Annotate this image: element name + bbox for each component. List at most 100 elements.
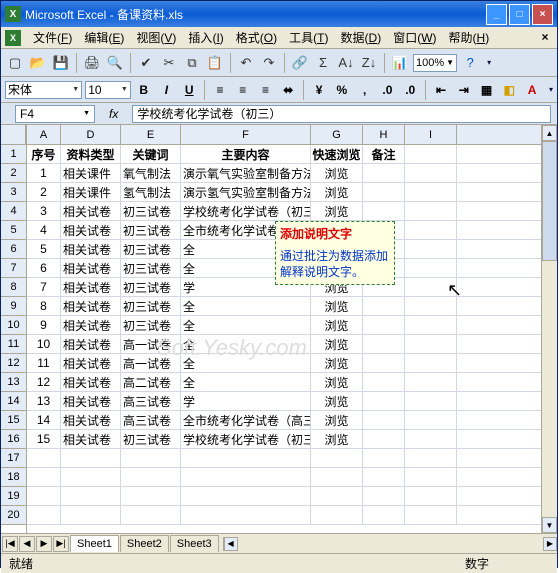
- cell[interactable]: [27, 506, 61, 524]
- new-icon[interactable]: ▢: [5, 53, 25, 73]
- cell[interactable]: 初三试卷: [121, 240, 181, 258]
- cell[interactable]: 高三试卷: [121, 392, 181, 410]
- underline-button[interactable]: U: [179, 80, 199, 100]
- cell[interactable]: 浏览: [311, 202, 363, 220]
- cell[interactable]: [363, 354, 405, 372]
- cell[interactable]: [405, 392, 457, 410]
- cell[interactable]: 相关试卷: [61, 373, 121, 391]
- cell[interactable]: 5: [27, 240, 61, 258]
- cell[interactable]: 初三试卷: [121, 278, 181, 296]
- currency-icon[interactable]: ¥: [309, 80, 329, 100]
- cell[interactable]: [363, 506, 405, 524]
- cell[interactable]: 快速浏览: [311, 145, 363, 163]
- cell[interactable]: [363, 373, 405, 391]
- cell[interactable]: 全: [181, 297, 311, 315]
- cell[interactable]: [181, 468, 311, 486]
- cell[interactable]: [181, 506, 311, 524]
- cell[interactable]: 全: [181, 373, 311, 391]
- menu-edit[interactable]: 编辑(E): [78, 27, 130, 48]
- cell[interactable]: [363, 297, 405, 315]
- cell[interactable]: 初三试卷: [121, 297, 181, 315]
- menu-file[interactable]: 文件(F): [27, 27, 78, 48]
- col-header[interactable]: A: [27, 125, 61, 144]
- name-box[interactable]: F4▼: [15, 105, 95, 123]
- sheet-tab-3[interactable]: Sheet3: [170, 535, 219, 552]
- col-header[interactable]: G: [311, 125, 363, 144]
- cell[interactable]: [363, 316, 405, 334]
- close-button[interactable]: ×: [532, 4, 553, 25]
- cell[interactable]: [121, 449, 181, 467]
- cell[interactable]: [405, 202, 457, 220]
- fx-icon[interactable]: fx: [109, 107, 118, 121]
- cell[interactable]: 8: [27, 297, 61, 315]
- link-icon[interactable]: 🔗: [290, 53, 310, 73]
- menu-view[interactable]: 视图(V): [130, 27, 182, 48]
- menu-insert[interactable]: 插入(I): [182, 27, 229, 48]
- cell[interactable]: [311, 468, 363, 486]
- row-header[interactable]: 12: [1, 354, 26, 373]
- cell[interactable]: 相关试卷: [61, 297, 121, 315]
- cell[interactable]: 相关试卷: [61, 354, 121, 372]
- cell[interactable]: 3: [27, 202, 61, 220]
- row-header[interactable]: 19: [1, 487, 26, 506]
- cell[interactable]: [61, 449, 121, 467]
- cell[interactable]: 浏览: [311, 392, 363, 410]
- row-header[interactable]: 4: [1, 202, 26, 221]
- cell[interactable]: 浏览: [311, 164, 363, 182]
- cell[interactable]: 全: [181, 316, 311, 334]
- cell[interactable]: [121, 506, 181, 524]
- cell[interactable]: 浏览: [311, 430, 363, 448]
- row-header[interactable]: 3: [1, 183, 26, 202]
- cell[interactable]: 12: [27, 373, 61, 391]
- cell[interactable]: [405, 221, 457, 239]
- percent-icon[interactable]: %: [332, 80, 352, 100]
- cell[interactable]: 14: [27, 411, 61, 429]
- cell[interactable]: [405, 430, 457, 448]
- zoom-combo[interactable]: 100%▼: [413, 54, 457, 72]
- cell[interactable]: [181, 487, 311, 505]
- cell[interactable]: [121, 468, 181, 486]
- cell[interactable]: 浏览: [311, 183, 363, 201]
- cell[interactable]: 相关试卷: [61, 240, 121, 258]
- cell[interactable]: 浏览: [311, 297, 363, 315]
- cell[interactable]: [405, 373, 457, 391]
- cell[interactable]: 全: [181, 335, 311, 353]
- cell[interactable]: 相关试卷: [61, 411, 121, 429]
- cell[interactable]: 相关试卷: [61, 392, 121, 410]
- cell[interactable]: 相关课件: [61, 183, 121, 201]
- cell[interactable]: [405, 335, 457, 353]
- cell[interactable]: 相关试卷: [61, 316, 121, 334]
- scroll-up-icon[interactable]: ▲: [542, 125, 557, 141]
- cell[interactable]: [363, 202, 405, 220]
- chart-icon[interactable]: 📊: [390, 53, 410, 73]
- sort-asc-icon[interactable]: A↓: [336, 53, 356, 73]
- cell[interactable]: 相关试卷: [61, 430, 121, 448]
- cell[interactable]: 6: [27, 259, 61, 277]
- cell[interactable]: [27, 449, 61, 467]
- cell[interactable]: 1: [27, 164, 61, 182]
- comma-icon[interactable]: ,: [355, 80, 375, 100]
- paste-icon[interactable]: 📋: [205, 53, 225, 73]
- cell[interactable]: 初三试卷: [121, 259, 181, 277]
- cell[interactable]: [363, 183, 405, 201]
- cell[interactable]: 学: [181, 392, 311, 410]
- row-header[interactable]: 5: [1, 221, 26, 240]
- open-icon[interactable]: 📂: [28, 53, 48, 73]
- scroll-down-icon[interactable]: ▼: [542, 517, 557, 533]
- row-header[interactable]: 10: [1, 316, 26, 335]
- undo-icon[interactable]: ↶: [236, 53, 256, 73]
- align-left-icon[interactable]: ≡: [210, 80, 230, 100]
- cell[interactable]: 9: [27, 316, 61, 334]
- cell[interactable]: [363, 164, 405, 182]
- row-header[interactable]: 15: [1, 411, 26, 430]
- maximize-button[interactable]: □: [509, 4, 530, 25]
- scroll-thumb[interactable]: [542, 141, 557, 261]
- row-header[interactable]: 9: [1, 297, 26, 316]
- align-right-icon[interactable]: ≡: [256, 80, 276, 100]
- cell[interactable]: [61, 506, 121, 524]
- toolbar-overflow-icon[interactable]: ▾: [487, 58, 491, 67]
- cell[interactable]: [27, 487, 61, 505]
- sheet-tab-1[interactable]: Sheet1: [70, 535, 119, 552]
- menu-data[interactable]: 数据(D): [335, 27, 388, 48]
- cell[interactable]: 相关试卷: [61, 221, 121, 239]
